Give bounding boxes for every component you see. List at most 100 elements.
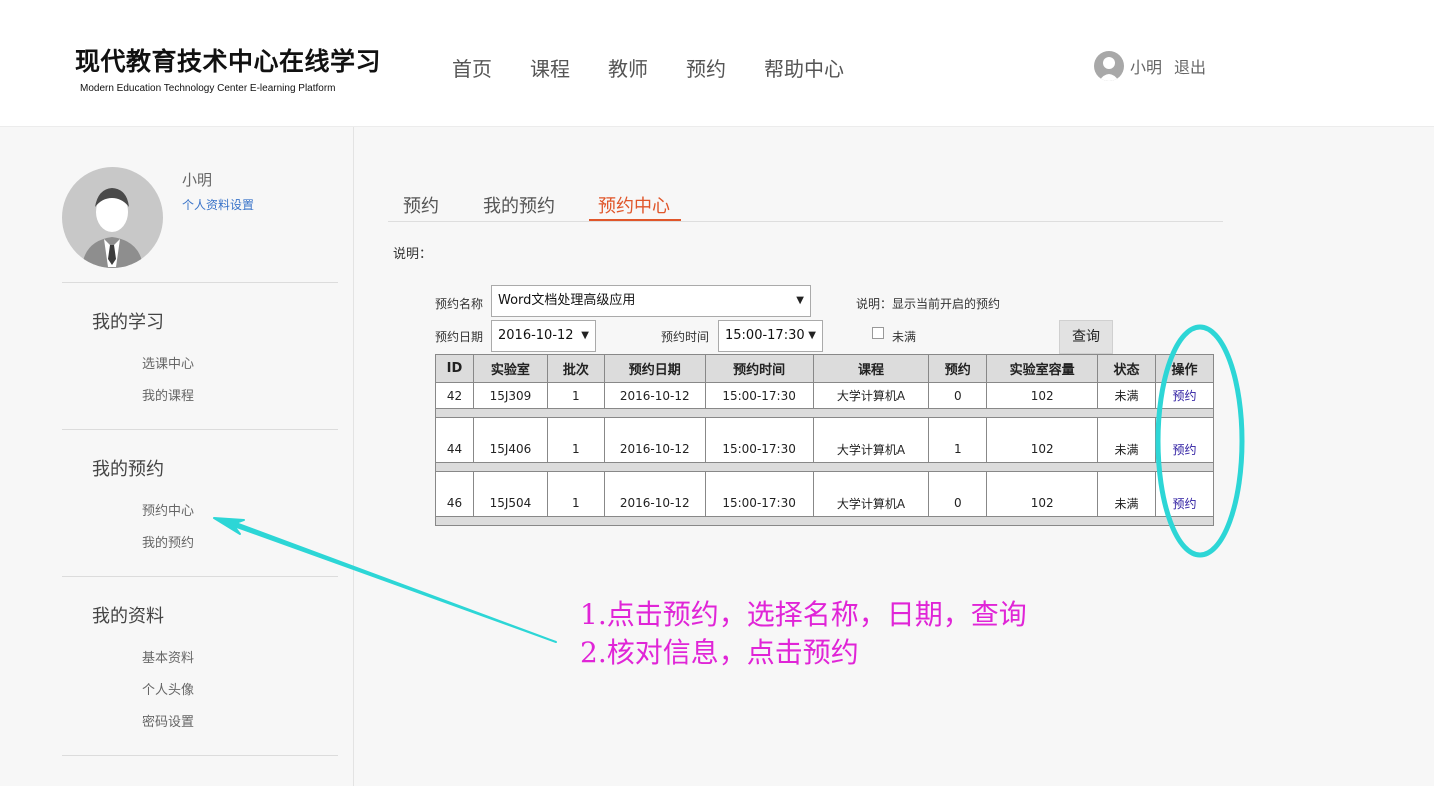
table-row: 44 15J406 1 2016-10-12 15:00-17:30 大学计算机…: [435, 417, 1214, 463]
cell-booked: 0: [928, 471, 988, 517]
cell-time: 15:00-17:30: [704, 471, 814, 517]
sidebar: 小明 个人资料设置 我的学习 选课中心 我的课程 我的预约 预约中心 我的预约 …: [62, 127, 354, 786]
annotation-step-2: 2.核对信息，点击预约: [580, 636, 859, 669]
cell-lab: 15J406: [472, 417, 548, 463]
annotation-step-1: 1.点击预约，选择名称，日期，查询: [580, 598, 1027, 631]
table-row: 42 15J309 1 2016-10-12 15:00-17:30 大学计算机…: [435, 382, 1214, 409]
cell-id: 42: [435, 382, 474, 409]
not-full-label: 未满: [892, 330, 917, 344]
col-header-capacity: 实验室容量: [986, 354, 1099, 383]
sidebar-item-booking-center[interactable]: 预约中心: [142, 500, 194, 519]
col-header-course: 课程: [812, 354, 930, 383]
col-header-date: 预约日期: [603, 354, 706, 383]
col-header-id: ID: [435, 354, 474, 383]
cell-booked: 0: [928, 382, 988, 409]
cell-status: 未满: [1097, 417, 1156, 463]
user-name[interactable]: 小明: [1130, 54, 1162, 78]
cell-course: 大学计算机A: [812, 471, 930, 517]
cell-batch: 1: [546, 417, 605, 463]
col-header-lab: 实验室: [472, 354, 548, 383]
booking-time-label: 预约时间: [661, 330, 710, 344]
sidebar-divider: [62, 755, 338, 756]
main-nav: 首页 课程 教师 预约 帮助中心: [452, 53, 844, 82]
group-my-booking: 我的预约: [92, 459, 164, 480]
cell-action: 预约: [1155, 471, 1214, 517]
user-area: 小明 退出: [1094, 51, 1206, 81]
site-subtitle: Modern Education Technology Center E-lea…: [80, 83, 336, 94]
active-tab-indicator: [589, 219, 681, 221]
cell-batch: 1: [546, 382, 605, 409]
note-label: 说明：: [393, 247, 433, 262]
cell-lab: 15J504: [472, 471, 548, 517]
site-title: 现代教育技术中心在线学习: [75, 47, 382, 76]
cell-course: 大学计算机A: [812, 382, 930, 409]
sidebar-item-avatar[interactable]: 个人头像: [142, 679, 194, 698]
booking-date-label: 预约日期: [435, 330, 484, 344]
cell-capacity: 102: [986, 382, 1099, 409]
cell-course: 大学计算机A: [812, 417, 930, 463]
col-header-action: 操作: [1155, 354, 1214, 383]
group-my-study: 我的学习: [92, 312, 164, 333]
nav-teachers[interactable]: 教师: [608, 53, 648, 82]
cell-capacity: 102: [986, 417, 1099, 463]
book-link[interactable]: 预约: [1172, 497, 1196, 511]
book-link[interactable]: 预约: [1172, 389, 1196, 403]
col-header-booked: 预约: [928, 354, 988, 383]
cell-id: 46: [435, 471, 474, 517]
cell-time: 15:00-17:30: [704, 382, 814, 409]
person-icon: [82, 188, 143, 268]
not-full-checkbox[interactable]: [872, 327, 884, 339]
sidebar-item-course-selection[interactable]: 选课中心: [142, 353, 194, 372]
booking-time-select[interactable]: 15:00-17:30 ▼: [718, 320, 823, 352]
cell-batch: 1: [546, 471, 605, 517]
cell-capacity: 102: [986, 471, 1099, 517]
top-header: 现代教育技术中心在线学习 Modern Education Technology…: [0, 0, 1434, 127]
user-avatar-icon[interactable]: [1094, 51, 1124, 81]
dropdown-arrow-icon: ▼: [808, 330, 816, 341]
col-header-batch: 批次: [546, 354, 605, 383]
tab-booking[interactable]: 预约: [403, 192, 439, 218]
profile-settings-link[interactable]: 个人资料设置: [182, 196, 254, 213]
sidebar-item-password[interactable]: 密码设置: [142, 711, 194, 730]
profile-name: 小明: [182, 171, 213, 189]
cell-date: 2016-10-12: [603, 471, 706, 517]
tab-booking-center[interactable]: 预约中心: [598, 192, 670, 218]
row-separator: [435, 408, 1214, 418]
cell-time: 15:00-17:30: [704, 417, 814, 463]
col-header-time: 预约时间: [704, 354, 814, 383]
group-my-profile: 我的资料: [92, 606, 164, 627]
nav-home[interactable]: 首页: [452, 53, 492, 82]
cell-action: 预约: [1155, 382, 1214, 409]
booking-name-label: 预约名称: [435, 297, 484, 311]
book-link[interactable]: 预约: [1172, 443, 1196, 457]
logout-link[interactable]: 退出: [1174, 54, 1206, 78]
profile-avatar: [62, 167, 163, 268]
row-separator: [435, 462, 1214, 472]
cell-status: 未满: [1097, 382, 1156, 409]
col-header-status: 状态: [1097, 354, 1156, 383]
cell-status: 未满: [1097, 471, 1156, 517]
booking-description: 说明：显示当前开启的预约: [856, 297, 1001, 311]
nav-courses[interactable]: 课程: [530, 53, 570, 82]
sidebar-divider: [62, 576, 338, 577]
query-button[interactable]: 查询: [1059, 320, 1113, 354]
booking-date-select[interactable]: 2016-10-12 ▼: [491, 320, 596, 352]
cell-lab: 15J309: [472, 382, 548, 409]
nav-help-center[interactable]: 帮助中心: [764, 53, 844, 82]
nav-booking[interactable]: 预约: [686, 53, 726, 82]
cell-date: 2016-10-12: [603, 417, 706, 463]
booking-name-select[interactable]: Word文档处理高级应用 ▼: [491, 285, 811, 317]
dropdown-arrow-icon: ▼: [796, 295, 804, 306]
booking-name-value: Word文档处理高级应用: [498, 293, 636, 308]
tab-my-bookings[interactable]: 我的预约: [483, 192, 555, 218]
cell-booked: 1: [928, 417, 988, 463]
sidebar-item-basic-info[interactable]: 基本资料: [142, 647, 194, 666]
booking-date-value: 2016-10-12: [498, 328, 574, 343]
table-header-row: ID 实验室 批次 预约日期 预约时间 课程 预约 实验室容量 状态 操作: [435, 354, 1214, 383]
sidebar-item-my-bookings[interactable]: 我的预约: [142, 532, 194, 551]
booking-table: ID 实验室 批次 预约日期 预约时间 课程 预约 实验室容量 状态 操作 42…: [435, 354, 1214, 526]
table-row: 46 15J504 1 2016-10-12 15:00-17:30 大学计算机…: [435, 471, 1214, 517]
sidebar-item-my-courses[interactable]: 我的课程: [142, 385, 194, 404]
row-separator: [435, 516, 1214, 526]
sidebar-divider: [62, 282, 338, 283]
